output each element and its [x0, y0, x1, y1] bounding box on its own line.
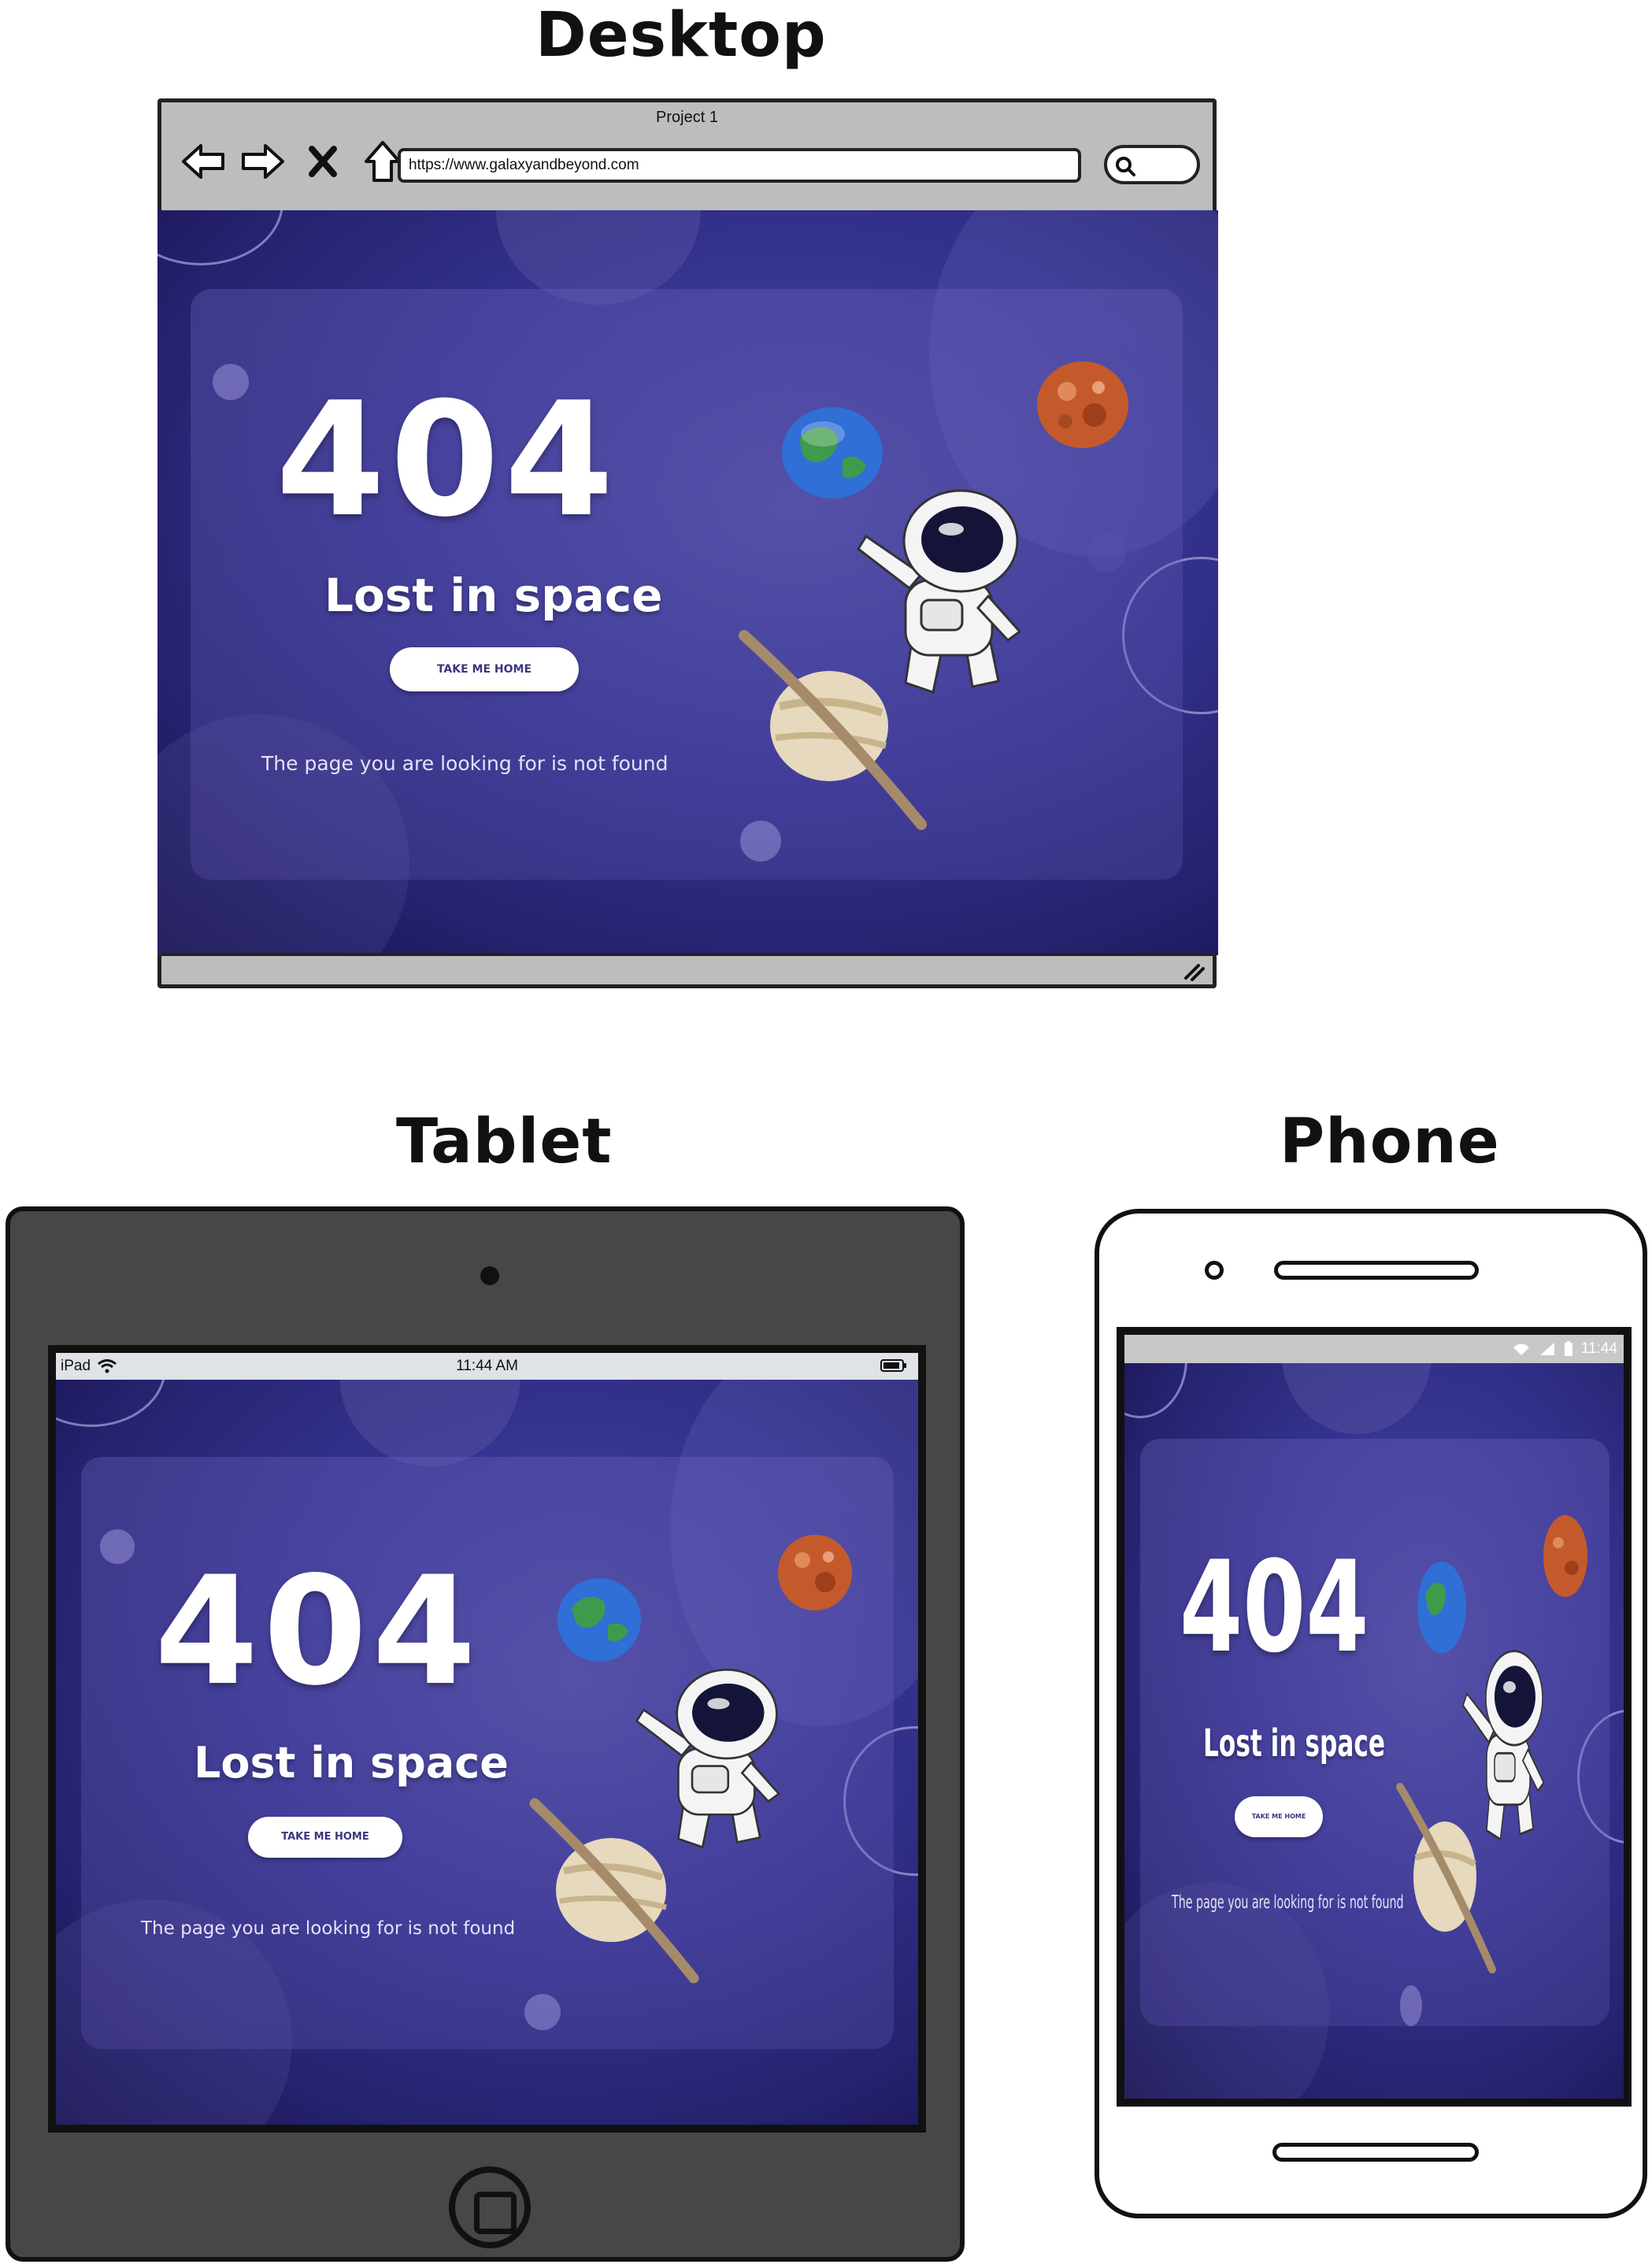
status-time: 11:44	[1580, 1340, 1617, 1357]
browser-status-bar	[161, 953, 1213, 984]
ios-status-bar: iPad 11:44 AM	[56, 1353, 918, 1380]
tablet-screen: iPad 11:44 AM 404 Lost in space TAKE ME …	[48, 1345, 926, 2133]
mars-planet-icon	[778, 1535, 852, 1610]
browser-viewport: 404 Lost in space TAKE ME HOME The page …	[157, 210, 1218, 955]
phone-404-page: 404 Lost in space TAKE ME HOME The page …	[1124, 1363, 1624, 2099]
desktop-heading: Desktop	[535, 0, 827, 71]
earth-planet-icon	[1417, 1562, 1466, 1653]
close-icon[interactable]	[298, 137, 347, 186]
not-found-message: The page you are looking for is not foun…	[141, 1918, 516, 1939]
phone-device: 11:44 404 Lost in space TAKE ME HOME The…	[1095, 1209, 1647, 2218]
tablet-home-button[interactable]	[449, 2166, 531, 2248]
browser-search-input[interactable]	[1104, 145, 1200, 184]
earth-planet-icon	[557, 1578, 641, 1662]
phone-camera-icon	[1205, 1261, 1224, 1280]
url-input[interactable]: https://www.galaxyandbeyond.com	[398, 148, 1081, 183]
browser-nav	[179, 134, 407, 189]
take-me-home-button[interactable]: TAKE ME HOME	[248, 1817, 402, 1858]
browser-tab-title: Project 1	[656, 109, 718, 126]
tablet-heading: Tablet	[396, 1106, 613, 1177]
astronaut-illustration	[635, 1668, 780, 1849]
astronaut-illustration	[857, 489, 1022, 694]
astronaut-illustration	[1462, 1650, 1545, 1841]
desktop-404-page: 404 Lost in space TAKE ME HOME The page …	[157, 210, 1218, 955]
android-status-bar: 11:44	[1124, 1335, 1624, 1363]
mars-planet-icon	[1037, 361, 1128, 448]
mars-planet-icon	[1543, 1515, 1587, 1597]
battery-icon	[880, 1359, 906, 1372]
not-found-message: The page you are looking for is not foun…	[261, 752, 669, 775]
browser-window: Project 1 https://www.galaxyandbeyond.co…	[157, 98, 1218, 988]
status-time: 11:44 AM	[456, 1358, 518, 1374]
tablet-device: iPad 11:44 AM 404 Lost in space TAKE ME …	[6, 1206, 965, 2262]
forward-arrow-icon[interactable]	[239, 137, 287, 186]
take-me-home-button[interactable]: TAKE ME HOME	[390, 647, 579, 691]
signal-icon	[1539, 1343, 1554, 1355]
not-found-message: The page you are looking for is not foun…	[1172, 1892, 1404, 1913]
error-headline: Lost in space	[194, 1738, 509, 1788]
phone-heading: Phone	[1280, 1106, 1500, 1177]
search-icon	[1116, 157, 1135, 176]
tablet-404-page: 404 Lost in space TAKE ME HOME The page …	[56, 1380, 918, 2125]
error-headline: Lost in space	[324, 569, 663, 622]
phone-home-button[interactable]	[1272, 2143, 1479, 2162]
error-code: 404	[1180, 1533, 1369, 1681]
error-code: 404	[276, 369, 619, 552]
wifi-icon	[1513, 1343, 1529, 1355]
battery-icon	[1564, 1341, 1572, 1356]
back-arrow-icon[interactable]	[179, 137, 228, 186]
phone-screen: 11:44 404 Lost in space TAKE ME HOME The…	[1117, 1327, 1632, 2107]
tablet-camera-icon	[480, 1266, 499, 1285]
resize-grip-icon[interactable]	[1181, 961, 1205, 981]
error-code: 404	[154, 1544, 481, 1718]
take-me-home-button[interactable]: TAKE ME HOME	[1235, 1796, 1323, 1837]
error-headline: Lost in space	[1203, 1721, 1386, 1766]
phone-speaker	[1274, 1261, 1479, 1280]
